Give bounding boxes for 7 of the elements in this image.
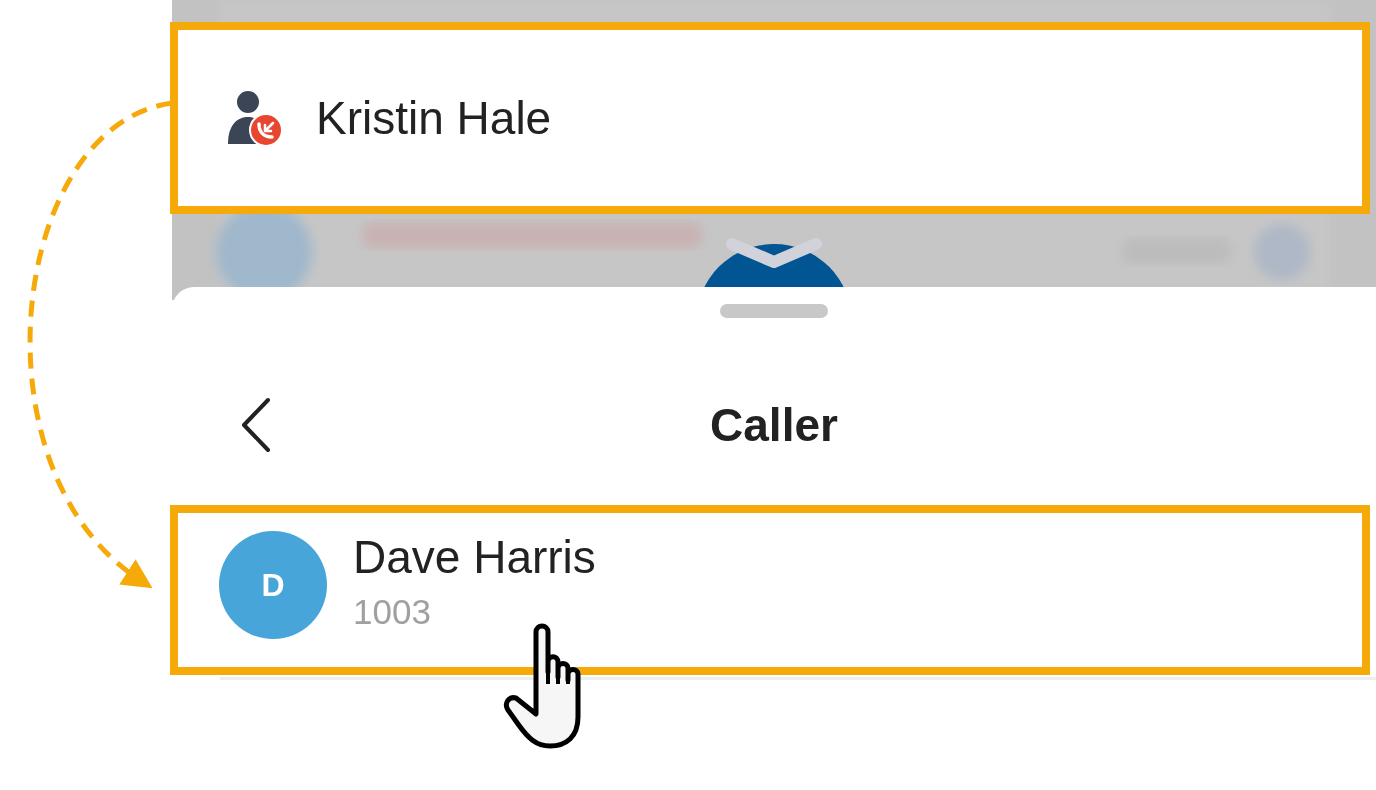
avatar: D bbox=[219, 531, 327, 639]
caller-name: Kristin Hale bbox=[316, 91, 552, 145]
drag-handle[interactable] bbox=[720, 304, 828, 318]
sheet-title: Caller bbox=[710, 398, 838, 452]
contact-name: Dave Harris bbox=[353, 530, 596, 584]
contact-number: 1003 bbox=[353, 592, 432, 632]
back-icon[interactable] bbox=[240, 397, 272, 453]
